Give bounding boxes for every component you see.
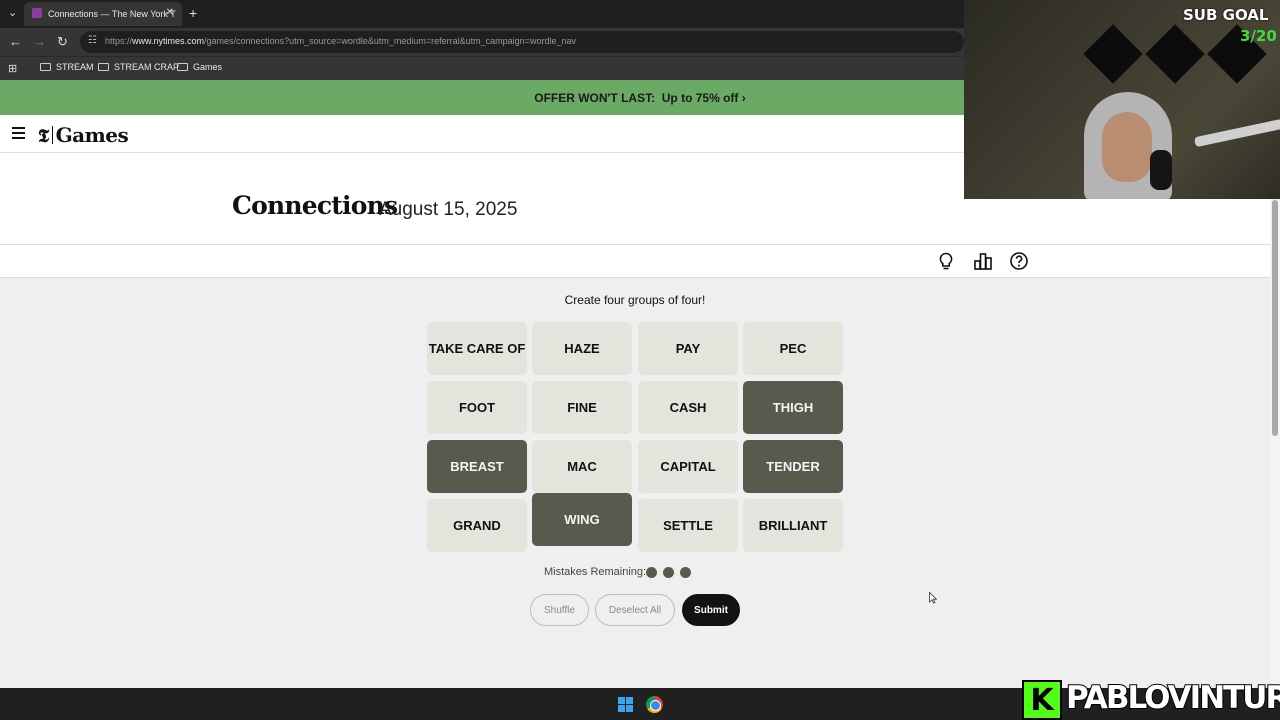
tile-brilliant[interactable]: BRILLIANT (743, 499, 843, 552)
stats-icon[interactable] (973, 251, 993, 271)
forward-icon[interactable]: → (33, 34, 46, 49)
microphone (1150, 150, 1172, 190)
sub-goal-label: SUB GOAL (1183, 6, 1269, 24)
streamer-face (1102, 112, 1152, 182)
hint-lightbulb-icon[interactable] (936, 251, 956, 271)
folder-icon (40, 63, 51, 71)
tile-foot[interactable]: FOOT (427, 381, 527, 434)
mic-arm (1193, 118, 1280, 148)
shuffle-button[interactable]: Shuffle (530, 594, 589, 626)
offer-detail: Up to 75% off › (661, 91, 746, 105)
reload-icon[interactable]: ↻ (57, 34, 68, 50)
mistake-dot (680, 567, 691, 578)
mouse-cursor-icon (929, 592, 937, 604)
tile-take-care-of[interactable]: TAKE CARE OF (427, 322, 527, 375)
tile-wing[interactable]: WING (532, 493, 632, 546)
browser-tab[interactable]: Connections — The New York T ✕ (24, 2, 182, 26)
tile-pay[interactable]: PAY (638, 322, 738, 375)
streamer-name: PABLOVINTURA (1065, 679, 1280, 717)
tile-mac[interactable]: MAC (532, 440, 632, 493)
connections-favicon-icon (32, 8, 42, 18)
menu-icon[interactable] (12, 127, 25, 142)
scrollbar-thumb[interactable] (1272, 200, 1278, 436)
folder-icon (98, 63, 109, 71)
bookmark-stream[interactable]: STREAM (40, 62, 94, 72)
tab-search-icon[interactable]: ⌄ (8, 6, 17, 19)
tile-thigh[interactable]: THIGH (743, 381, 843, 434)
mistake-dot (646, 567, 657, 578)
tile-tender[interactable]: TENDER (743, 440, 843, 493)
bookmark-label: Games (193, 62, 223, 72)
address-bar[interactable]: ☷ https://www.nytimes.com/games/connecti… (80, 31, 964, 53)
url-path: /games/connections?utm_source=wordle&utm… (204, 36, 576, 46)
tile-cash[interactable]: CASH (638, 381, 738, 434)
mistakes-label: Mistakes Remaining: (544, 566, 647, 578)
page-title: Connections (232, 191, 398, 220)
bookmark-games[interactable]: Games (177, 62, 222, 72)
nyt-games-logo[interactable]: 𝕿 Games (38, 123, 129, 147)
bookmark-label: STREAM CRAP (114, 62, 180, 72)
sub-goal-count: 3/20 (1240, 27, 1277, 45)
webcam-overlay (964, 0, 1280, 199)
url-text: https://www.nytimes.com/games/connection… (105, 36, 576, 46)
chrome-icon[interactable] (646, 696, 663, 713)
bookmark-stream-crap[interactable]: STREAM CRAP (98, 62, 179, 72)
kick-logo-icon: K (1022, 680, 1062, 720)
apps-grid-icon[interactable]: ⊞ (8, 62, 17, 75)
tile-capital[interactable]: CAPITAL (638, 440, 738, 493)
nyt-t-logo-icon: 𝕿 (38, 126, 49, 147)
tile-breast[interactable]: BREAST (427, 440, 527, 493)
folder-icon (177, 63, 188, 71)
windows-start-icon[interactable] (618, 697, 633, 712)
url-domain: www.nytimes.com (132, 36, 205, 46)
instructions: Create four groups of four! (564, 293, 706, 307)
tab-title: Connections — The New York T (48, 9, 176, 19)
back-icon[interactable]: ← (9, 34, 22, 49)
tile-haze[interactable]: HAZE (532, 322, 632, 375)
bookmark-label: STREAM (56, 62, 94, 72)
mistake-dot (663, 567, 674, 578)
close-tab-icon[interactable]: ✕ (166, 7, 174, 18)
puzzle-date: August 15, 2025 (379, 199, 518, 220)
site-settings-icon[interactable]: ☷ (88, 35, 97, 46)
tile-grand[interactable]: GRAND (427, 499, 527, 552)
acoustic-panel (1145, 24, 1205, 84)
tile-settle[interactable]: SETTLE (638, 499, 738, 552)
logo-text: Games (55, 123, 129, 147)
offer-text: OFFER WON'T LAST: (534, 91, 656, 105)
new-tab-icon[interactable]: + (189, 5, 197, 21)
submit-button[interactable]: Submit (682, 594, 740, 626)
url-prefix: https:// (105, 36, 133, 46)
game-toolbar (0, 245, 1270, 278)
deselect-all-button[interactable]: Deselect All (595, 594, 675, 626)
tile-pec[interactable]: PEC (743, 322, 843, 375)
help-icon[interactable] (1009, 251, 1029, 271)
acoustic-panel (1083, 24, 1143, 84)
tile-fine[interactable]: FINE (532, 381, 632, 434)
